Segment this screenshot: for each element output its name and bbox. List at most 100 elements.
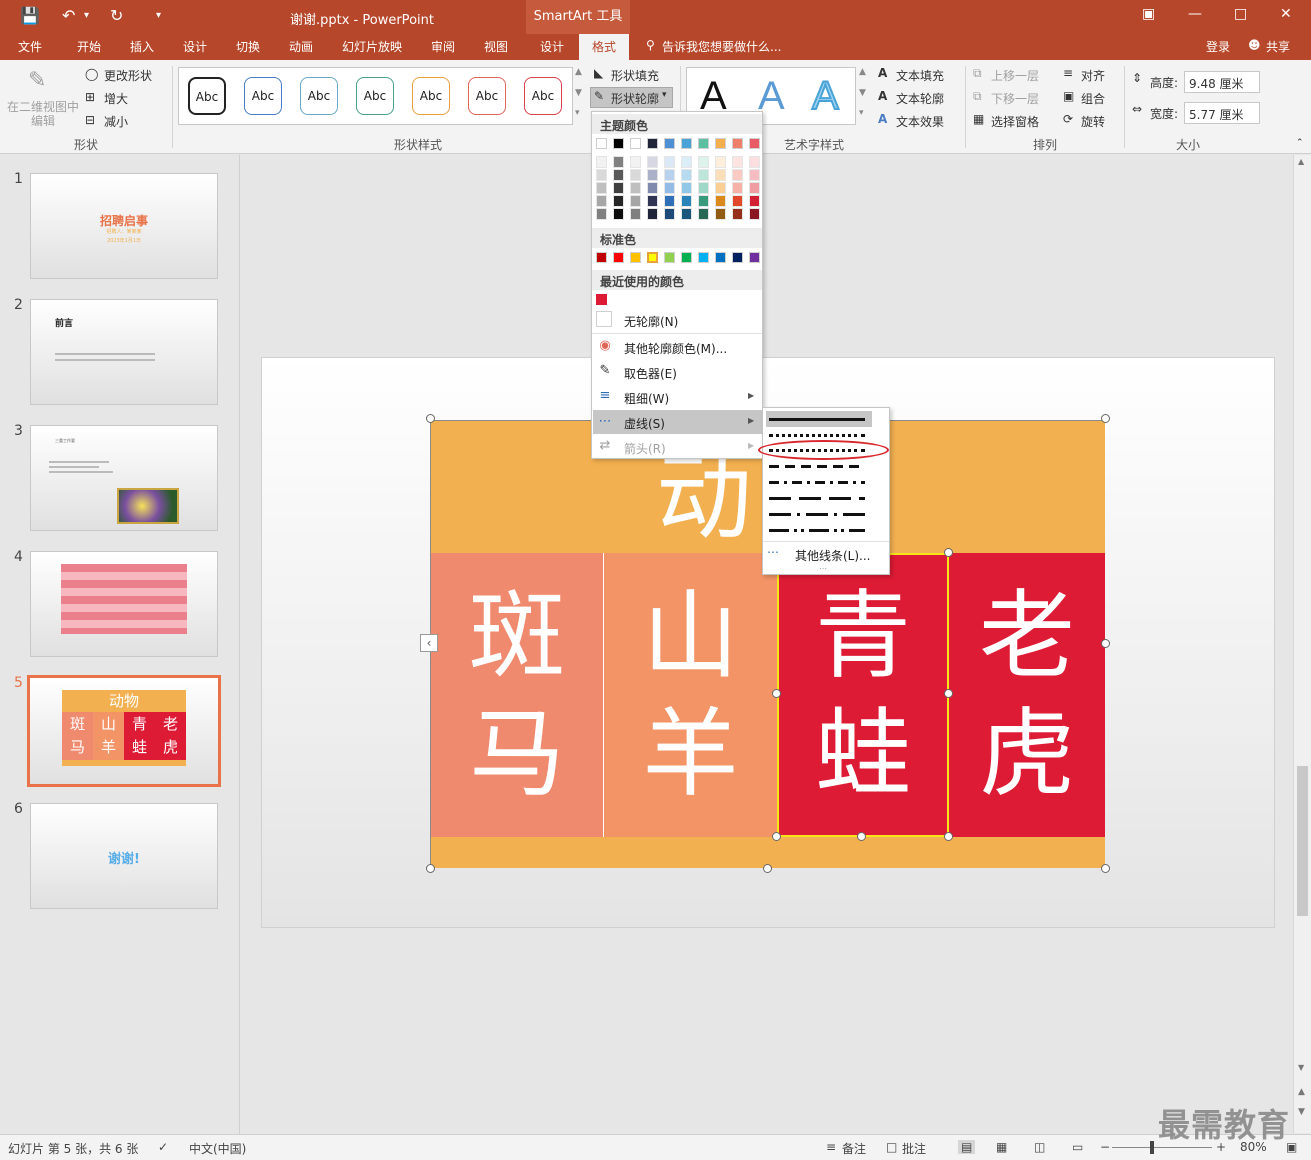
shape-style-sample[interactable]: Abc [412,77,450,115]
theme-shade-swatch[interactable] [715,156,726,168]
shape-style-sample[interactable]: Abc [300,77,338,115]
tab-smartart-design[interactable]: 设计 [540,38,564,55]
slide-thumbnail-2[interactable]: 前言 [30,299,218,405]
no-outline-item[interactable]: 无轮廓(N) [624,313,678,330]
gallery-more-icon[interactable]: ▾ [575,108,580,118]
theme-shade-swatch[interactable] [613,195,624,207]
share-button[interactable]: 共享 [1266,38,1290,55]
rotate-button[interactable]: 旋转 [1081,113,1105,130]
shape-handle[interactable] [944,689,953,698]
tab-format[interactable]: 格式 [592,38,616,55]
standard-color-swatch[interactable] [732,252,743,263]
weight-item[interactable]: 粗细(W) [624,390,669,407]
theme-shade-swatch[interactable] [647,156,658,168]
zoom-out-icon[interactable]: − [1100,1140,1110,1154]
theme-shade-swatch[interactable] [664,208,675,220]
shape-style-sample[interactable]: Abc [244,77,282,115]
smartart-cell-frog[interactable]: 青 蛙 [777,553,949,837]
tab-transitions[interactable]: 切换 [236,38,260,55]
theme-shade-swatch[interactable] [715,182,726,194]
theme-shade-swatch[interactable] [596,156,607,168]
standard-color-swatch[interactable] [596,252,607,263]
theme-shade-swatch[interactable] [613,208,624,220]
recent-color-swatch[interactable] [596,294,607,305]
theme-color-swatch[interactable] [596,138,607,149]
reading-view-icon[interactable]: ◫ [1034,1140,1045,1154]
larger-button[interactable]: 增大 [104,90,128,107]
text-pane-toggle-icon[interactable]: ‹ [420,634,438,652]
theme-shade-swatch[interactable] [613,169,624,181]
theme-shade-swatch[interactable] [732,169,743,181]
dash-round-dot[interactable] [769,434,865,437]
dash-dash-dot[interactable] [769,481,865,484]
theme-shade-swatch[interactable] [664,182,675,194]
shape-style-sample[interactable]: Abc [468,77,506,115]
theme-shade-swatch[interactable] [698,195,709,207]
theme-color-swatch[interactable] [664,138,675,149]
more-outline-colors-item[interactable]: 其他轮廓颜色(M)... [624,340,727,357]
theme-shade-swatch[interactable] [596,208,607,220]
normal-view-icon[interactable]: ▤ [958,1140,976,1154]
tab-insert[interactable]: 插入 [130,38,154,55]
theme-shade-swatch[interactable] [647,208,658,220]
theme-color-swatch[interactable] [698,138,709,149]
theme-shade-swatch[interactable] [681,182,692,194]
scroll-up-icon[interactable]: ▲ [1298,157,1304,166]
arrows-item[interactable]: 箭头(R) [624,440,666,457]
theme-shade-swatch[interactable] [698,169,709,181]
theme-shade-swatch[interactable] [749,195,760,207]
tab-review[interactable]: 审阅 [431,38,455,55]
slide-sorter-icon[interactable]: ▦ [996,1140,1007,1154]
group-button[interactable]: 组合 [1081,90,1105,107]
theme-shade-swatch[interactable] [664,156,675,168]
zoom-slider-track[interactable] [1112,1147,1212,1148]
dash-solid[interactable] [769,418,865,421]
undo-icon[interactable]: ↶ [62,6,75,25]
theme-color-swatch[interactable] [613,138,624,149]
ribbon-display-options-icon[interactable]: ▣ [1142,6,1155,22]
collapse-ribbon-icon[interactable]: ⌃ [1296,138,1304,148]
gallery-down-icon[interactable]: ▼ [575,88,582,98]
height-input[interactable]: 9.48 厘米 [1184,71,1260,93]
theme-shade-swatch[interactable] [698,182,709,194]
wordart-down-icon[interactable]: ▼ [859,88,866,98]
theme-shade-swatch[interactable] [613,182,624,194]
theme-shade-swatch[interactable] [698,208,709,220]
theme-color-swatch[interactable] [647,138,658,149]
prev-slide-icon[interactable]: ▲ [1298,1087,1305,1097]
resize-handle[interactable] [426,414,435,423]
theme-shade-swatch[interactable] [715,169,726,181]
theme-shade-swatch[interactable] [647,169,658,181]
dash-long-dash-dot[interactable] [769,513,865,516]
theme-shade-swatch[interactable] [596,182,607,194]
theme-shade-swatch[interactable] [732,182,743,194]
theme-shade-swatch[interactable] [630,195,641,207]
theme-shade-swatch[interactable] [749,182,760,194]
theme-shade-swatch[interactable] [630,169,641,181]
maximize-icon[interactable]: □ [1234,6,1247,22]
text-outline-button[interactable]: 文本轮廓 [896,90,944,107]
smaller-button[interactable]: 减小 [104,113,128,130]
theme-shade-swatch[interactable] [681,195,692,207]
theme-shade-swatch[interactable] [749,208,760,220]
width-input[interactable]: 5.77 厘米 [1184,102,1260,124]
selection-pane-button[interactable]: 选择窗格 [991,113,1039,130]
resize-handle[interactable] [1101,639,1110,648]
tab-animations[interactable]: 动画 [289,38,313,55]
slideshow-icon[interactable]: ▭ [1072,1140,1083,1154]
comments-button[interactable]: 批注 [902,1140,926,1157]
scroll-down-icon[interactable]: ▼ [1298,1063,1304,1072]
standard-color-swatch[interactable] [681,252,692,263]
more-lines-item[interactable]: 其他线条(L)... [795,547,871,564]
dash-long-dash-dot-dot[interactable] [769,529,865,532]
slide-thumbnail-5[interactable]: 动物 斑马 山羊 青蛙 老虎 [27,675,221,787]
theme-shade-swatch[interactable] [664,169,675,181]
standard-color-swatch[interactable] [749,252,760,263]
shape-outline-button[interactable]: 形状轮廓 [611,90,659,107]
customize-qat-icon[interactable]: ▾ [156,10,161,21]
change-shape-button[interactable]: 更改形状 [104,67,152,84]
save-icon[interactable]: 💾 [20,6,40,25]
notes-button[interactable]: 备注 [842,1140,866,1157]
text-effects-button[interactable]: 文本效果 [896,113,944,130]
theme-shade-swatch[interactable] [749,169,760,181]
